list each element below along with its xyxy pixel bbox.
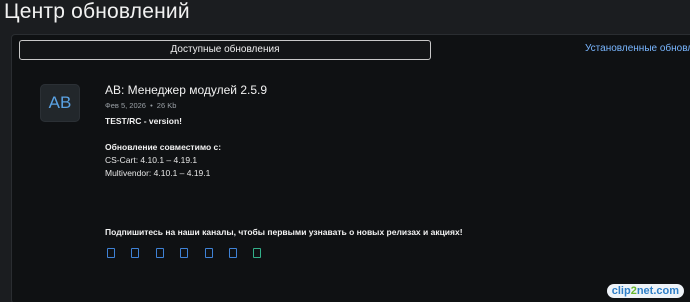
social-icon-7[interactable]	[253, 248, 261, 258]
subscribe-text: Подпишитесь на наши каналы, чтобы первым…	[105, 227, 463, 237]
social-icon-1[interactable]	[107, 248, 115, 258]
release-note: TEST/RC - version!	[105, 116, 182, 126]
tab-installed-updates[interactable]: Установленные обновления	[585, 40, 690, 60]
social-icon-4[interactable]	[180, 248, 188, 258]
page-title: Центр обновлений	[4, 0, 190, 23]
tabs: Доступные обновления Установленные обнов…	[19, 40, 690, 60]
addon-logo: AB	[40, 84, 80, 122]
compat-heading: Обновление совместимо с:	[105, 142, 222, 152]
social-icon-5[interactable]	[205, 248, 213, 258]
social-icon-6[interactable]	[229, 248, 237, 258]
addon-meta: Фев 5, 2026 • 26 Kb	[105, 101, 176, 110]
social-icon-2[interactable]	[131, 248, 139, 258]
compat-multivendor: Multivendor: 4.10.1 – 4.19.1	[105, 168, 211, 178]
meta-separator: •	[150, 101, 153, 110]
watermark-logo: clip2net.com	[606, 284, 684, 298]
compat-cscart: CS-Cart: 4.10.1 – 4.19.1	[105, 155, 198, 165]
social-icon-3[interactable]	[156, 248, 164, 258]
updates-panel: Доступные обновления Установленные обнов…	[11, 34, 690, 302]
addon-date: Фев 5, 2026	[105, 101, 146, 110]
addon-title: AB: Менеджер модулей 2.5.9	[105, 83, 268, 97]
addon-size: 26 Kb	[156, 101, 177, 110]
tab-available-updates[interactable]: Доступные обновления	[19, 40, 431, 60]
